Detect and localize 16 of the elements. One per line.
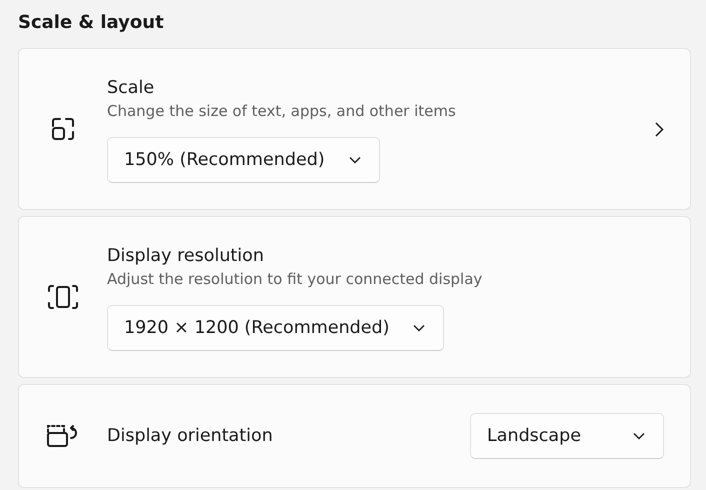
dropdown[interactable]: 150% (Recommended) [107,136,380,182]
scale-icon [49,115,77,143]
caret-icon [413,324,426,332]
chevron-right-icon[interactable] [655,122,664,136]
resolution-icon [47,284,79,310]
rotate-icon [46,424,80,448]
section-heading: Scale & layout [18,11,165,35]
setting-title: Display resolution [107,244,264,268]
caret-icon [633,432,645,440]
setting-title: Display orientation [107,425,273,448]
setting-description: Adjust the resolution to fit your connected display [107,268,482,290]
caret-icon [348,156,361,164]
setting-description: Change the size of text, apps, and other items [107,100,456,122]
dropdown[interactable]: 1920 × 1200 (Recommended) [107,304,444,350]
setting-title: Scale [107,76,154,100]
dropdown[interactable]: Landscape [470,413,664,459]
